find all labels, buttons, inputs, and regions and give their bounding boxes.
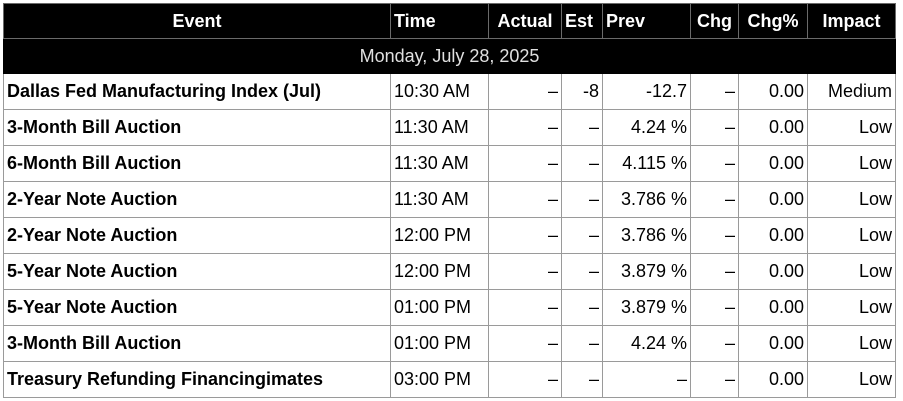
actual-cell: –	[488, 109, 562, 146]
actual-cell: –	[488, 73, 562, 110]
prev-cell: 3.879 %	[602, 253, 691, 290]
impact-cell: Medium	[807, 73, 896, 110]
prev-cell: –	[602, 361, 691, 398]
chg-pct-cell: 0.00	[738, 73, 808, 110]
table-row[interactable]: 5-Year Note Auction 01:00 PM – –3.879 % –0.0…	[3, 289, 896, 326]
chg-cell: –	[690, 181, 739, 218]
date-group-row: Monday, July 28, 2025	[3, 38, 896, 74]
actual-cell: –	[488, 217, 562, 254]
chg-pct-cell: 0.00	[738, 145, 808, 182]
event-cell[interactable]: 6-Month Bill Auction	[3, 145, 391, 182]
time-cell: 10:30 AM	[390, 73, 489, 110]
chg-pct-cell: 0.00	[738, 253, 808, 290]
impact-cell: Low	[807, 253, 896, 290]
event-cell[interactable]: Dallas Fed Manufacturing Index (Jul)	[3, 73, 391, 110]
impact-cell: Low	[807, 325, 896, 362]
time-cell: 12:00 PM	[390, 217, 489, 254]
table-header-row: Event Time Actual Est Prev Chg Chg% Impa…	[3, 3, 896, 39]
actual-cell: –	[488, 181, 562, 218]
prev-cell: 4.24 %	[602, 109, 691, 146]
actual-cell: –	[488, 253, 562, 290]
table-row[interactable]: 6-Month Bill Auction 11:30 AM – –4.115 % –0.…	[3, 145, 896, 182]
chg-cell: –	[690, 361, 739, 398]
est-cell: –	[561, 145, 603, 182]
chg-cell: –	[690, 325, 739, 362]
prev-cell: 4.115 %	[602, 145, 691, 182]
col-header-chg[interactable]: Chg	[690, 3, 739, 39]
table-row[interactable]: Dallas Fed Manufacturing Index (Jul) 10:3…	[3, 73, 896, 110]
impact-cell: Low	[807, 181, 896, 218]
event-cell[interactable]: 3-Month Bill Auction	[3, 109, 391, 146]
prev-cell: 3.879 %	[602, 289, 691, 326]
col-header-time[interactable]: Time	[390, 3, 489, 39]
chg-cell: –	[690, 289, 739, 326]
actual-cell: –	[488, 361, 562, 398]
est-cell: –	[561, 253, 603, 290]
est-cell: –	[561, 181, 603, 218]
impact-cell: Low	[807, 361, 896, 398]
event-cell[interactable]: 5-Year Note Auction	[3, 253, 391, 290]
time-cell: 11:30 AM	[390, 181, 489, 218]
prev-cell: -12.7	[602, 73, 691, 110]
est-cell: –	[561, 325, 603, 362]
chg-pct-cell: 0.00	[738, 217, 808, 254]
est-cell: –	[561, 289, 603, 326]
table-row[interactable]: 3-Month Bill Auction 01:00 PM – –4.24 % –0.0…	[3, 325, 896, 362]
col-header-event[interactable]: Event	[3, 3, 391, 39]
date-group-label: Monday, July 28, 2025	[3, 38, 896, 74]
col-header-prev[interactable]: Prev	[602, 3, 691, 39]
chg-cell: –	[690, 145, 739, 182]
est-cell: -8	[561, 73, 603, 110]
prev-cell: 4.24 %	[602, 325, 691, 362]
event-cell[interactable]: 3-Month Bill Auction	[3, 325, 391, 362]
time-cell: 11:30 AM	[390, 145, 489, 182]
chg-cell: –	[690, 217, 739, 254]
event-cell[interactable]: 2-Year Note Auction	[3, 217, 391, 254]
time-cell: 01:00 PM	[390, 325, 489, 362]
table-row[interactable]: 2-Year Note Auction 12:00 PM – –3.786 % –0.0…	[3, 217, 896, 254]
table-row[interactable]: 5-Year Note Auction 12:00 PM – –3.879 % –0.0…	[3, 253, 896, 290]
est-cell: –	[561, 217, 603, 254]
actual-cell: –	[488, 289, 562, 326]
col-header-impact[interactable]: Impact	[807, 3, 896, 39]
chg-cell: –	[690, 253, 739, 290]
chg-pct-cell: 0.00	[738, 325, 808, 362]
prev-cell: 3.786 %	[602, 217, 691, 254]
time-cell: 01:00 PM	[390, 289, 489, 326]
impact-cell: Low	[807, 289, 896, 326]
actual-cell: –	[488, 325, 562, 362]
impact-cell: Low	[807, 109, 896, 146]
impact-cell: Low	[807, 145, 896, 182]
actual-cell: –	[488, 145, 562, 182]
event-cell[interactable]: Treasury Refunding Financingimates	[3, 361, 391, 398]
time-cell: 12:00 PM	[390, 253, 489, 290]
chg-pct-cell: 0.00	[738, 289, 808, 326]
economic-calendar-table: Event Time Actual Est Prev Chg Chg% Impa…	[3, 3, 896, 398]
col-header-chg-pct[interactable]: Chg%	[738, 3, 808, 39]
prev-cell: 3.786 %	[602, 181, 691, 218]
chg-pct-cell: 0.00	[738, 361, 808, 398]
est-cell: –	[561, 109, 603, 146]
chg-cell: –	[690, 109, 739, 146]
time-cell: 03:00 PM	[390, 361, 489, 398]
table-row[interactable]: 2-Year Note Auction 11:30 AM – –3.786 % –0.0…	[3, 181, 896, 218]
impact-cell: Low	[807, 217, 896, 254]
time-cell: 11:30 AM	[390, 109, 489, 146]
table-row[interactable]: Treasury Refunding Financingimates 03:00 …	[3, 361, 896, 398]
table-row[interactable]: 3-Month Bill Auction 11:30 AM – –4.24 % –0.0…	[3, 109, 896, 146]
chg-pct-cell: 0.00	[738, 109, 808, 146]
col-header-actual[interactable]: Actual	[488, 3, 562, 39]
col-header-est[interactable]: Est	[561, 3, 603, 39]
chg-cell: –	[690, 73, 739, 110]
event-cell[interactable]: 2-Year Note Auction	[3, 181, 391, 218]
est-cell: –	[561, 361, 603, 398]
event-cell[interactable]: 5-Year Note Auction	[3, 289, 391, 326]
chg-pct-cell: 0.00	[738, 181, 808, 218]
